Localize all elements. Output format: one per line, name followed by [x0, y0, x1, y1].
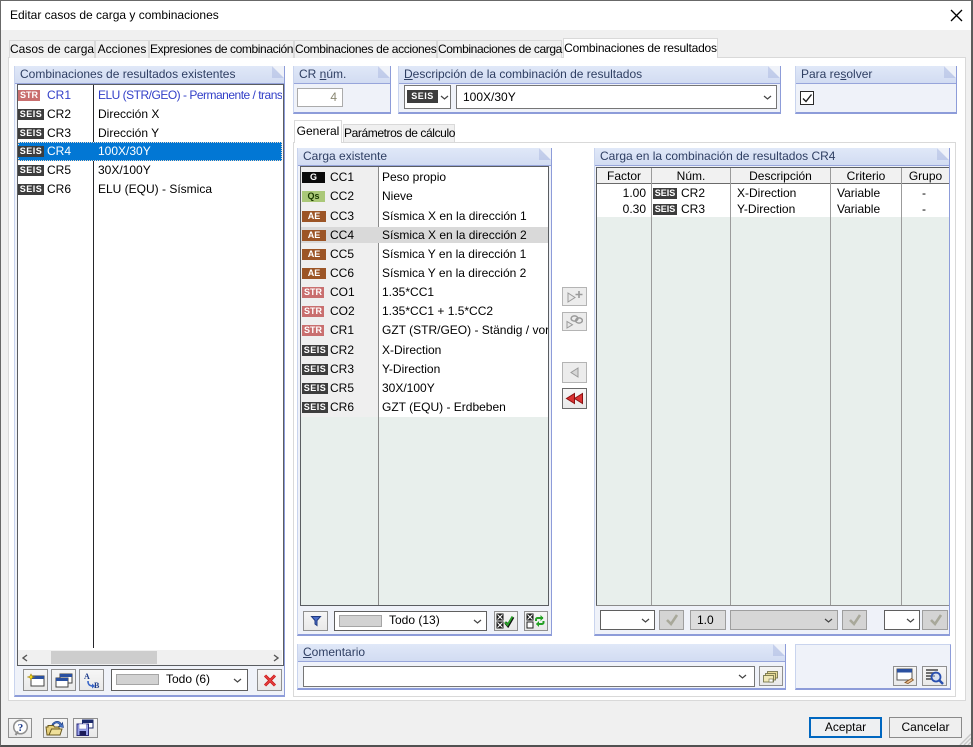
svg-text:A: A [84, 672, 90, 681]
svg-text:B: B [94, 681, 100, 689]
svg-text:?: ? [18, 722, 24, 734]
